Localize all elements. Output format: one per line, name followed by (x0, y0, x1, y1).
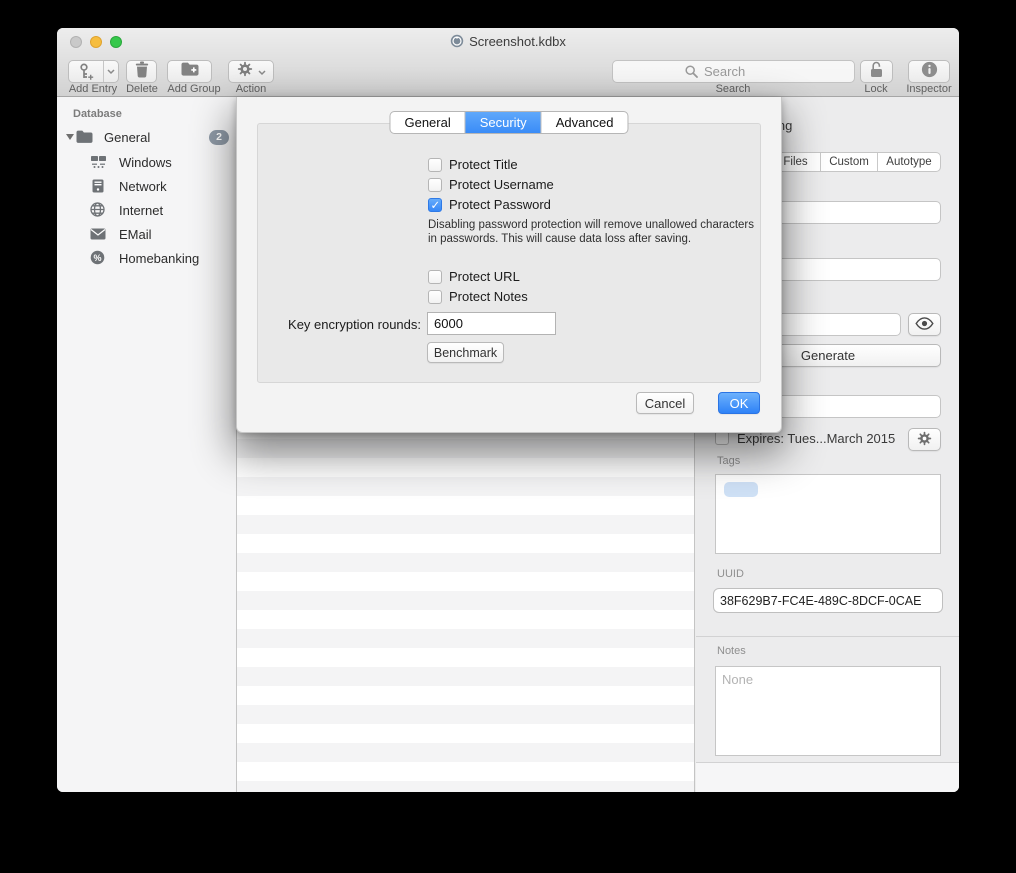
protect-notes-row: Protect Notes (428, 289, 528, 304)
sidebar-item-label: Internet (119, 203, 163, 218)
sidebar-item-network[interactable]: Network (57, 174, 236, 198)
checkbox-label: Protect Password (449, 197, 551, 212)
tag-token[interactable] (724, 482, 758, 497)
tab-autotype[interactable]: Autotype (878, 153, 940, 171)
key-plus-icon (69, 61, 103, 82)
lock-button[interactable] (860, 60, 893, 83)
ok-button[interactable]: OK (718, 392, 760, 414)
cancel-button[interactable]: Cancel (636, 392, 694, 414)
svg-text:%: % (93, 253, 101, 263)
tab-general[interactable]: General (390, 112, 465, 133)
checkbox-label: Protect Notes (449, 289, 528, 304)
disclosure-triangle-icon[interactable] (66, 134, 74, 140)
sidebar-section-header: Database (73, 108, 122, 120)
unlocked-padlock-icon (870, 61, 883, 83)
window-title-row: Screenshot.kdbx (57, 34, 959, 51)
action-label: Action (215, 83, 287, 95)
expires-options-button[interactable] (908, 428, 941, 451)
tab-advanced[interactable]: Advanced (542, 112, 628, 133)
protect-username-row: Protect Username (428, 177, 554, 192)
desktop: { "window": { "title": "Screenshot.kdbx"… (0, 0, 1016, 873)
sidebar-item-email[interactable]: EMail (57, 222, 236, 246)
sidebar-item-label: Homebanking (119, 251, 199, 266)
document-icon (450, 34, 464, 51)
gear-icon (237, 61, 253, 82)
tags-box[interactable] (715, 474, 941, 554)
notes-label: Notes (717, 645, 746, 657)
protect-url-checkbox[interactable] (428, 270, 442, 284)
expires-label: Expires: Tues...March 2015 (737, 431, 895, 446)
checkbox-label: Protect URL (449, 269, 520, 284)
protect-password-checkbox[interactable] (428, 198, 442, 212)
tab-security[interactable]: Security (466, 112, 542, 133)
protect-title-row: Protect Title (428, 157, 518, 172)
window-title: Screenshot.kdbx (469, 34, 566, 49)
key-rounds-label: Key encryption rounds: (257, 317, 421, 332)
chevron-down-icon[interactable] (104, 61, 118, 82)
folder-plus-icon (181, 62, 199, 81)
gear-icon (917, 431, 932, 449)
divider (696, 636, 959, 637)
entry-count-badge: 2 (209, 130, 229, 145)
sidebar-item-homebanking[interactable]: % Homebanking (57, 246, 236, 270)
sidebar-item-general[interactable]: General 2 (57, 125, 236, 149)
protect-password-row: Protect Password (428, 197, 551, 212)
protect-username-checkbox[interactable] (428, 178, 442, 192)
protect-url-row: Protect URL (428, 269, 520, 284)
envelope-icon (90, 228, 106, 243)
show-password-button[interactable] (908, 313, 941, 336)
sidebar-item-label: General (104, 130, 150, 145)
sidebar-item-internet[interactable]: Internet (57, 198, 236, 222)
percent-icon: % (90, 250, 105, 268)
delete-button[interactable] (126, 60, 157, 83)
protect-title-checkbox[interactable] (428, 158, 442, 172)
add-group-button[interactable] (167, 60, 212, 83)
action-button[interactable] (228, 60, 274, 83)
chevron-down-icon (258, 63, 266, 81)
eye-icon (915, 317, 934, 333)
info-icon (921, 61, 938, 83)
search-label: Search (697, 83, 769, 95)
checkbox-label: Protect Title (449, 157, 518, 172)
trash-icon (135, 61, 149, 83)
search-input[interactable] (702, 63, 782, 80)
inspector-label: Inspector (893, 83, 959, 95)
sidebar-item-label: EMail (119, 227, 152, 242)
sidebar-item-label: Windows (119, 155, 172, 170)
notes-textarea[interactable] (715, 666, 941, 756)
sidebar: Database General 2 Windows Network (57, 97, 237, 792)
workgroup-icon (90, 155, 107, 172)
database-settings-dialog: General Security Advanced Protect Title … (236, 97, 782, 433)
checkbox-label: Protect Username (449, 177, 554, 192)
search-field[interactable] (612, 60, 855, 83)
search-icon (685, 65, 698, 78)
tab-custom[interactable]: Custom (821, 153, 878, 171)
benchmark-button[interactable]: Benchmark (427, 342, 504, 363)
key-rounds-input[interactable] (427, 312, 556, 335)
globe-icon (90, 202, 105, 220)
settings-tab-bar: General Security Advanced (389, 111, 628, 134)
server-icon (92, 179, 104, 196)
uuid-field[interactable] (713, 588, 943, 613)
folder-icon (76, 130, 93, 146)
tags-label: Tags (717, 455, 740, 467)
app-window: Screenshot.kdbx Add Entry Delete Add Gro… (57, 28, 959, 792)
window-chrome: Screenshot.kdbx Add Entry Delete Add Gro… (57, 28, 959, 97)
expires-checkbox[interactable] (715, 431, 729, 445)
inspector-footer (696, 763, 959, 792)
sidebar-item-windows[interactable]: Windows (57, 150, 236, 174)
uuid-label: UUID (717, 568, 744, 580)
sidebar-item-label: Network (119, 179, 167, 194)
password-protection-warning: Disabling password protection will remov… (428, 219, 762, 246)
protect-notes-checkbox[interactable] (428, 290, 442, 304)
inspector-button[interactable] (908, 60, 950, 83)
inspector-tab-bar: Files Custom Autotype (770, 152, 941, 172)
add-entry-button[interactable] (68, 60, 119, 83)
